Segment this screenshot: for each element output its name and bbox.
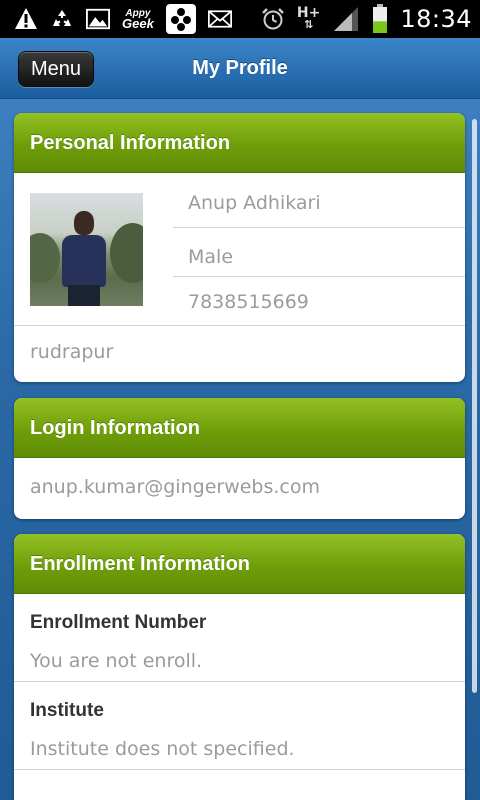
image-icon	[86, 8, 110, 30]
personal-info-heading: Personal Information	[14, 113, 465, 173]
battery-icon	[373, 4, 388, 33]
scrollbar[interactable]	[472, 119, 477, 693]
institute-field: Institute Institute does not specified.	[14, 682, 465, 770]
enrollment-number-field: Enrollment Number You are not enroll.	[14, 594, 465, 682]
profile-photo[interactable]	[30, 193, 143, 306]
signal-icon	[334, 7, 359, 31]
appy-geek-icon: Appy Geek	[122, 9, 154, 31]
clock-time: 18:34	[400, 5, 472, 33]
appy-bottom-label: Geek	[122, 16, 154, 31]
enrollment-info-card: Enrollment Information Enrollment Number…	[14, 534, 465, 800]
app-header: My Profile Menu	[0, 38, 480, 99]
alarm-icon	[261, 8, 284, 30]
institute-label: Institute	[30, 700, 104, 721]
mail-icon	[207, 10, 232, 28]
status-bar: Appy Geek H+ ⇅ 18:34	[0, 0, 480, 38]
name-value: Anup Adhikari	[173, 173, 465, 228]
login-info-card: Login Information anup.kumar@gingerwebs.…	[14, 398, 465, 519]
personal-info-rows: Anup Adhikari Male 7838515669	[173, 173, 465, 326]
city-value: rudrapur	[14, 325, 465, 382]
enrollment-number-label: Enrollment Number	[30, 612, 207, 633]
warning-icon	[15, 8, 37, 29]
profile-content[interactable]: Personal Information Anup Adhikari Male …	[0, 99, 480, 800]
menu-button[interactable]: Menu	[18, 51, 94, 87]
phone-value: 7838515669	[188, 291, 309, 313]
recycle-icon	[53, 10, 71, 26]
email-value: anup.kumar@gingerwebs.com	[30, 476, 321, 498]
network-h-plus-icon: H+ ⇅	[296, 5, 321, 31]
personal-info-card: Personal Information Anup Adhikari Male …	[14, 113, 465, 382]
chat-icon	[165, 4, 196, 34]
login-info-heading: Login Information	[14, 398, 465, 458]
institute-value: Institute does not specified.	[30, 738, 295, 760]
enrollment-number-value: You are not enroll.	[30, 650, 203, 672]
gender-value: Male	[173, 228, 465, 277]
enrollment-info-heading: Enrollment Information	[14, 534, 465, 594]
